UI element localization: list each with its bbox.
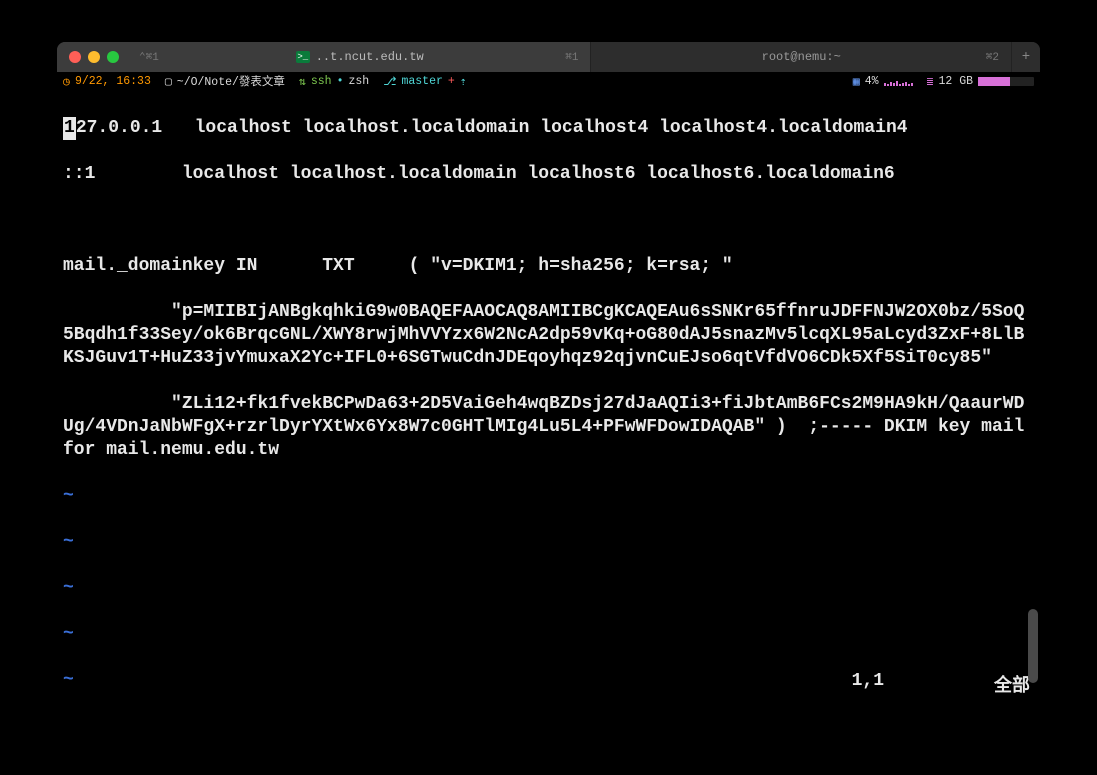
scroll-percent: 全部 [994, 671, 1030, 697]
line-2: ::1 localhost localhost.localdomain loca… [63, 163, 1034, 186]
add-tab-button[interactable]: + [1012, 42, 1040, 72]
line-1: 27.0.0.1 localhost localhost.localdomain… [76, 118, 908, 138]
cpu-sparkline [884, 76, 913, 86]
minimize-icon[interactable] [88, 51, 100, 63]
tab-2[interactable]: root@nemu:~ ⌘2 [591, 42, 1012, 72]
dkim-header: mail._domainkey IN TXT ( "v=DKIM1; h=sha… [63, 255, 1034, 278]
tab-1-title: ..t.ncut.edu.tw [316, 50, 424, 64]
status-branch-dirty: + [448, 75, 455, 88]
status-dot: • [337, 75, 344, 88]
terminal-window: ⌃⌘1 >_ ..t.ncut.edu.tw ⌘1 root@nemu:~ ⌘2… [57, 42, 1040, 701]
status-mem: 12 GB [938, 75, 973, 88]
titlebar: ⌃⌘1 >_ ..t.ncut.edu.tw ⌘1 root@nemu:~ ⌘2… [57, 42, 1040, 72]
tab-global-hint: ⌃⌘1 [139, 50, 159, 64]
tab-1[interactable]: ⌃⌘1 >_ ..t.ncut.edu.tw ⌘1 [129, 42, 591, 72]
dkim-key-p: "p=MIIBIjANBgkqhkiG9w0BAQEFAAOCAQ8AMIIBC… [63, 301, 1034, 370]
empty-line: ~ [63, 577, 1034, 600]
memory-icon: ≣ [927, 74, 934, 89]
dkim-key-z: "ZLi12+fk1fvekBCPwDa63+2D5VaiGeh4wqBZDsj… [63, 393, 1034, 462]
cursor: 1 [63, 117, 76, 140]
file-content: 127.0.0.1 localhost localhost.localdomai… [57, 90, 1040, 701]
tab-2-hint: ⌘2 [986, 50, 999, 64]
status-time: 9/22, 16:33 [75, 75, 151, 88]
status-branch: master [401, 75, 442, 88]
tab-1-hint: ⌘1 [565, 50, 578, 64]
vim-status-line: 1,1 全部 [67, 671, 1030, 697]
empty-line: ~ [63, 623, 1034, 646]
plus-icon: + [1022, 49, 1030, 65]
close-icon[interactable] [69, 51, 81, 63]
status-ahead: ⇡ [460, 74, 467, 89]
cursor-position: 1,1 [852, 671, 884, 697]
folder-icon: ▢ [165, 74, 172, 89]
empty-line: ~ [63, 531, 1034, 554]
scrollbar[interactable] [1028, 90, 1038, 701]
status-ssh: ssh [311, 75, 332, 88]
status-cpu: 4% [865, 75, 879, 88]
maximize-icon[interactable] [107, 51, 119, 63]
cpu-icon: ▦ [853, 74, 860, 89]
status-shell: zsh [348, 75, 369, 88]
scrollbar-thumb[interactable] [1028, 609, 1038, 682]
terminal-icon: >_ [296, 51, 310, 63]
status-bar: ◷ 9/22, 16:33 ▢ ~/O/Note/發表文章 ⇅ ssh • zs… [57, 72, 1040, 90]
empty-line: ~ [63, 485, 1034, 508]
status-path: ~/O/Note/發表文章 [177, 73, 285, 89]
memory-bar [978, 77, 1034, 86]
tab-2-title: root@nemu:~ [762, 50, 841, 64]
window-controls [57, 42, 129, 72]
git-branch-icon: ⎇ [383, 74, 396, 89]
network-icon: ⇅ [299, 74, 306, 89]
editor-viewport[interactable]: 127.0.0.1 localhost localhost.localdomai… [57, 90, 1040, 701]
clock-icon: ◷ [63, 74, 70, 89]
